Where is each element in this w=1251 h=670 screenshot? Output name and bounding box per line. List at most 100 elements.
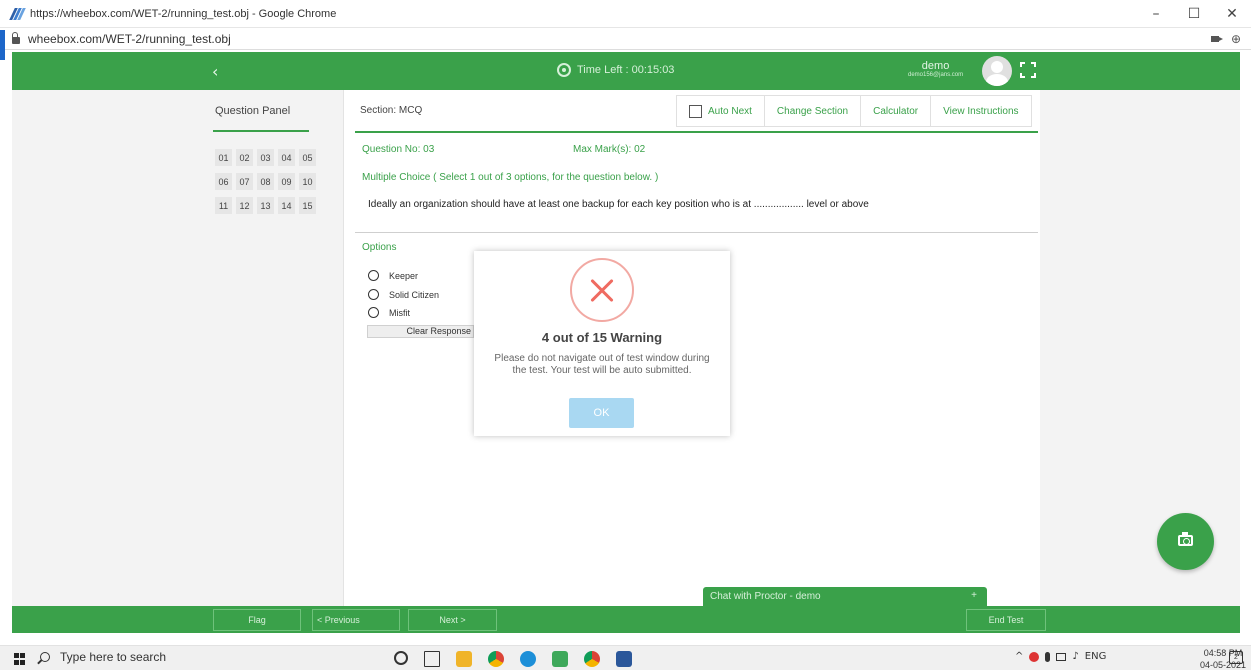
option-keeper[interactable]: Keeper xyxy=(368,270,418,281)
zoom-icon[interactable]: ⊕ xyxy=(1231,32,1241,46)
section-label: Section: MCQ xyxy=(360,105,423,116)
options-title: Options xyxy=(362,242,397,253)
question-number-button[interactable]: 06 xyxy=(215,173,232,190)
volume-icon[interactable]: ♪ xyxy=(1072,651,1078,662)
question-type: Multiple Choice ( Select 1 out of 3 opti… xyxy=(362,172,659,183)
chat-expand-icon[interactable]: + xyxy=(971,590,977,601)
window-title: https://wheebox.com/WET-2/running_test.o… xyxy=(30,7,337,20)
user-info: demo demo156@jans.com xyxy=(908,60,963,78)
clear-response-button[interactable]: Clear Response xyxy=(367,325,474,338)
language-indicator[interactable]: ENG xyxy=(1085,651,1107,662)
change-section-button[interactable]: Change Section xyxy=(765,96,862,126)
time-left-label: Time Left : 00:15:03 xyxy=(577,64,675,76)
auto-next-checkbox[interactable] xyxy=(689,104,702,118)
browser-title-bar: https://wheebox.com/WET-2/running_test.o… xyxy=(0,0,1251,28)
camera-in-use-icon[interactable] xyxy=(1210,35,1223,42)
battery-icon[interactable] xyxy=(1056,652,1067,661)
timer-icon xyxy=(557,63,571,77)
chrome-icon[interactable] xyxy=(488,651,504,667)
previous-button[interactable]: < Previous xyxy=(312,609,400,631)
question-number-button[interactable]: 07 xyxy=(236,173,253,190)
avatar xyxy=(982,56,1012,86)
option-radio[interactable] xyxy=(368,307,379,318)
question-panel-title: Question Panel xyxy=(215,105,291,117)
navigation-bar: Flag < Previous Next > End Test xyxy=(12,606,1240,633)
close-window-button[interactable]: ✕ xyxy=(1213,0,1251,28)
system-tray: ^ ♪ ENG xyxy=(1015,651,1106,662)
question-number-button[interactable]: 13 xyxy=(257,197,274,214)
option-label: Solid Citizen xyxy=(389,289,440,300)
error-x-icon xyxy=(570,258,634,322)
search-icon xyxy=(40,652,50,662)
flag-button[interactable]: Flag xyxy=(213,609,301,631)
notification-icon[interactable]: 2 xyxy=(1229,651,1243,664)
question-panel-divider xyxy=(213,130,309,132)
option-label: Keeper xyxy=(389,270,419,281)
timer: Time Left : 00:15:03 xyxy=(557,63,674,77)
test-toolbar: Auto Next Change Section Calculator View… xyxy=(676,95,1032,127)
view-instructions-button[interactable]: View Instructions xyxy=(931,96,1030,126)
question-number-button[interactable]: 15 xyxy=(299,197,316,214)
camera-icon xyxy=(1178,532,1193,546)
user-email: demo156@jans.com xyxy=(908,72,964,78)
address-bar[interactable]: wheebox.com/WET-2/running_test.obj ⊕ xyxy=(0,28,1251,50)
question-number-button[interactable]: 05 xyxy=(299,149,316,166)
chat-with-proctor[interactable]: Chat with Proctor - demo + xyxy=(703,587,987,606)
task-view-icon[interactable] xyxy=(424,651,440,667)
address-url[interactable]: wheebox.com/WET-2/running_test.obj xyxy=(28,32,231,46)
file-explorer-icon[interactable] xyxy=(456,651,472,667)
options-divider xyxy=(355,232,1038,233)
warning-dialog: 4 out of 15 Warning Please do not naviga… xyxy=(474,251,730,436)
question-number-button[interactable]: 04 xyxy=(278,149,295,166)
option-radio[interactable] xyxy=(368,270,379,281)
taskbar-search[interactable]: Type here to search xyxy=(40,650,166,664)
windows-taskbar: Type here to search ^ ♪ ENG 04:58 PM 04-… xyxy=(0,645,1251,670)
end-test-button[interactable]: End Test xyxy=(966,609,1046,631)
max-marks: Max Mark(s): 02 xyxy=(573,144,646,155)
question-number-button[interactable]: 02 xyxy=(236,149,253,166)
user-name: demo xyxy=(921,60,950,72)
ok-button[interactable]: OK xyxy=(569,398,634,428)
option-misfit[interactable]: Misfit xyxy=(368,307,410,318)
windows-start-icon[interactable] xyxy=(14,653,26,665)
wheebox-favicon-icon xyxy=(9,6,26,22)
edge-icon[interactable] xyxy=(520,651,536,667)
auto-next-label: Auto Next xyxy=(708,105,752,117)
question-number: Question No: 03 xyxy=(362,144,435,155)
question-number-button[interactable]: 09 xyxy=(278,173,295,190)
camera-button[interactable] xyxy=(1157,513,1214,570)
next-button[interactable]: Next > xyxy=(408,609,497,631)
chat-label: Chat with Proctor - demo xyxy=(710,591,821,602)
search-placeholder: Type here to search xyxy=(60,650,167,664)
question-number-button[interactable]: 10 xyxy=(299,173,316,190)
chrome-active-icon[interactable] xyxy=(584,651,600,667)
window-controls: – ☐ ✕ xyxy=(1137,0,1251,28)
warning-title: 4 out of 15 Warning xyxy=(541,330,663,345)
word-icon[interactable] xyxy=(616,651,632,667)
question-number-button[interactable]: 14 xyxy=(278,197,295,214)
question-text: Ideally an organization should have at l… xyxy=(368,199,869,210)
calculator-button[interactable]: Calculator xyxy=(861,96,932,126)
option-label: Misfit xyxy=(389,307,410,318)
maximize-button[interactable]: ☐ xyxy=(1175,0,1213,28)
question-number-button[interactable]: 01 xyxy=(215,149,232,166)
lock-icon[interactable] xyxy=(12,31,20,44)
tray-chevron-icon[interactable]: ^ xyxy=(1015,651,1023,662)
option-solid-citizen[interactable]: Solid Citizen xyxy=(368,289,439,300)
fullscreen-icon[interactable] xyxy=(1020,62,1036,78)
question-number-button[interactable]: 08 xyxy=(257,173,274,190)
auto-next-toggle[interactable]: Auto Next xyxy=(677,96,765,126)
option-radio[interactable] xyxy=(368,289,379,300)
question-number-grid: 01 02 03 04 05 06 07 08 09 10 11 12 13 1… xyxy=(215,149,325,214)
cortana-icon[interactable] xyxy=(394,651,408,665)
section-divider xyxy=(355,131,1038,133)
question-number-button[interactable]: 12 xyxy=(236,197,253,214)
question-number-button[interactable]: 03 xyxy=(257,149,274,166)
question-number-button[interactable]: 11 xyxy=(215,197,232,214)
warning-message: Please do not navigate out of test windo… xyxy=(494,353,710,376)
tray-app-icon[interactable] xyxy=(1029,651,1040,662)
microphone-icon[interactable] xyxy=(1045,651,1051,662)
collapse-panel-chevron-icon[interactable]: ‹ xyxy=(212,62,218,81)
minimize-button[interactable]: – xyxy=(1137,0,1175,28)
excel-chart-icon[interactable] xyxy=(552,651,568,667)
